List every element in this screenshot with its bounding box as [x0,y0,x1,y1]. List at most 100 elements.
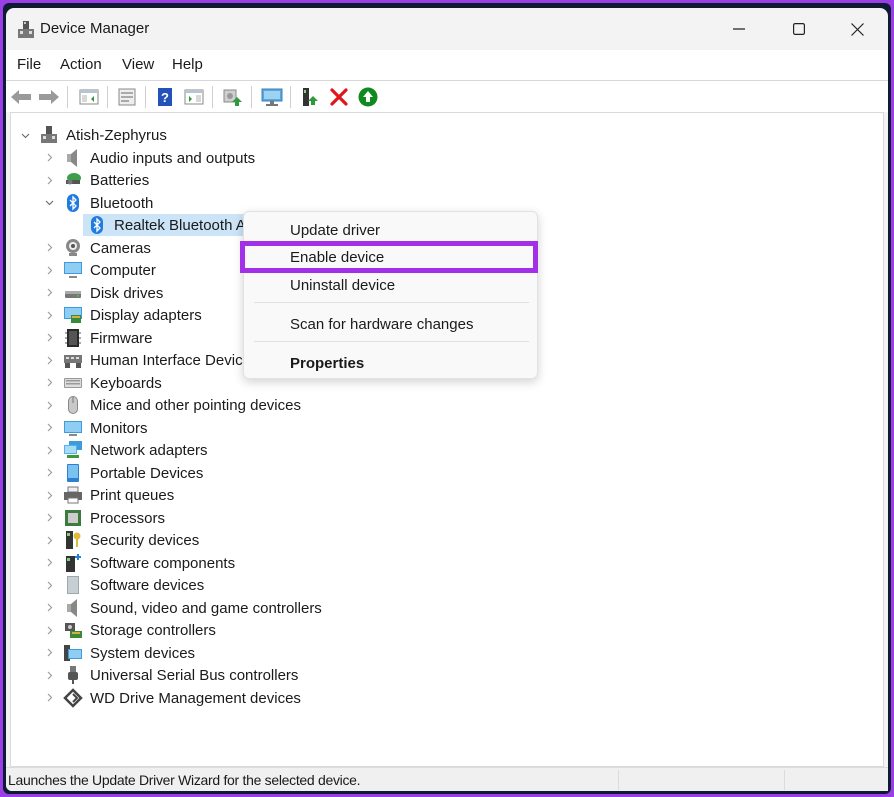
tree-category-system-devices[interactable]: System devices [90,645,195,662]
update-driver-icon [223,89,242,106]
ctx-scan-hardware[interactable]: Scan for hardware changes [290,316,473,333]
forward-button[interactable] [38,86,60,108]
enable-device-button[interactable] [357,86,379,108]
tree-category-monitors[interactable]: Monitors [90,420,148,437]
software-device-icon [67,576,79,594]
ctx-properties[interactable]: Properties [290,355,364,372]
device-manager-app-icon [18,21,34,38]
chevron-down-icon[interactable] [19,129,31,141]
chevron-right-icon[interactable] [43,332,55,344]
ctx-uninstall-device[interactable]: Uninstall device [290,277,395,294]
chevron-right-icon[interactable] [43,399,55,411]
update-driver-button[interactable] [222,86,244,108]
tree-category-universal-serial-bus-controllers[interactable]: Universal Serial Bus controllers [90,667,298,684]
uninstall-device-button[interactable] [328,86,350,108]
toolbar-separator [290,86,291,108]
tree-category-software-devices[interactable]: Software devices [90,577,204,594]
root-computer-icon [41,126,57,143]
toolbar-separator [145,86,146,108]
svg-text:?: ? [161,90,169,105]
tree-category-wd-drive-management-devices[interactable]: WD Drive Management devices [90,690,301,707]
menu-bar: File Action View Help [6,50,888,80]
ctx-update-driver[interactable]: Update driver [290,222,380,239]
console-tree-button[interactable] [78,86,100,108]
tree-category-storage-controllers[interactable]: Storage controllers [90,622,216,639]
tree-category-keyboards[interactable]: Keyboards [90,375,162,392]
properties-icon [118,88,136,106]
help-button[interactable]: ? [154,86,176,108]
properties-button[interactable] [116,86,138,108]
menu-action[interactable]: Action [60,56,102,73]
chevron-right-icon[interactable] [43,422,55,434]
tree-device-realtek-bluetooth-adapter[interactable]: Realtek Bluetooth Ac [114,217,253,234]
tree-category-display-adapters[interactable]: Display adapters [90,307,202,324]
chevron-right-icon[interactable] [43,669,55,681]
chevron-right-icon[interactable] [43,534,55,546]
scan-hardware-button[interactable] [261,86,283,108]
speaker-icon [67,598,77,617]
minimize-icon [733,28,745,30]
tree-category-firmware[interactable]: Firmware [90,330,153,347]
system-device-icon [64,644,82,661]
maximize-button[interactable] [770,8,828,50]
chevron-right-icon[interactable] [43,242,55,254]
chevron-down-icon[interactable] [43,197,55,209]
chevron-right-icon[interactable] [43,579,55,591]
status-text: Launches the Update Driver Wizard for th… [8,772,361,788]
minimize-button[interactable] [710,8,768,50]
chevron-right-icon[interactable] [43,467,55,479]
help-icon: ? [158,88,172,106]
tree-category-print-queues[interactable]: Print queues [90,487,174,504]
tree-category-mice-and-other-pointing-devices[interactable]: Mice and other pointing devices [90,397,301,414]
maximize-icon [793,23,805,35]
chevron-right-icon[interactable] [43,354,55,366]
chevron-right-icon[interactable] [43,624,55,636]
menu-view[interactable]: View [122,56,154,73]
tree-category-batteries[interactable]: Batteries [90,172,149,189]
tree-root-computer[interactable]: Atish-Zephyrus [66,127,167,144]
storage-controller-icon [65,623,82,638]
close-button[interactable] [828,8,886,50]
toolbar-separator [67,86,68,108]
tree-category-software-components[interactable]: Software components [90,555,235,572]
tree-category-audio-inputs-and-outputs[interactable]: Audio inputs and outputs [90,150,255,167]
chevron-right-icon[interactable] [43,444,55,456]
chevron-right-icon[interactable] [43,557,55,569]
add-hardware-button[interactable] [300,86,322,108]
chevron-right-icon[interactable] [43,602,55,614]
chevron-right-icon[interactable] [43,377,55,389]
title-bar: Device Manager [6,8,888,50]
menu-file[interactable]: File [17,56,41,73]
chevron-right-icon[interactable] [43,174,55,186]
printer-icon [64,486,82,504]
keyboard-icon [64,377,82,388]
chevron-right-icon[interactable] [43,264,55,276]
chevron-right-icon[interactable] [43,512,55,524]
back-button[interactable] [10,86,32,108]
action-pane-button[interactable] [183,86,205,108]
tree-category-portable-devices[interactable]: Portable Devices [90,465,203,482]
mouse-icon [68,396,78,414]
chevron-right-icon[interactable] [43,152,55,164]
tree-category-sound-video-and-game-controllers[interactable]: Sound, video and game controllers [90,600,322,617]
tree-category-security-devices[interactable]: Security devices [90,532,199,549]
portable-device-icon [67,463,79,482]
battery-icon [66,173,81,185]
tree-category-bluetooth[interactable]: Bluetooth [90,195,153,212]
chevron-right-icon[interactable] [43,647,55,659]
tree-category-computer[interactable]: Computer [90,262,156,279]
menu-help[interactable]: Help [172,56,203,73]
tree-category-network-adapters[interactable]: Network adapters [90,442,208,459]
chevron-right-icon[interactable] [43,309,55,321]
status-divider [618,770,619,790]
tree-category-human-interface-devices[interactable]: Human Interface Devices [90,352,258,369]
chevron-right-icon[interactable] [43,287,55,299]
chevron-right-icon[interactable] [43,489,55,501]
chevron-right-icon[interactable] [43,692,55,704]
window-title: Device Manager [40,20,150,37]
bluetooth-icon [91,216,103,234]
tree-category-cameras[interactable]: Cameras [90,240,151,257]
display-adapter-icon [64,307,82,323]
tree-category-disk-drives[interactable]: Disk drives [90,285,163,302]
tree-category-processors[interactable]: Processors [90,510,165,527]
